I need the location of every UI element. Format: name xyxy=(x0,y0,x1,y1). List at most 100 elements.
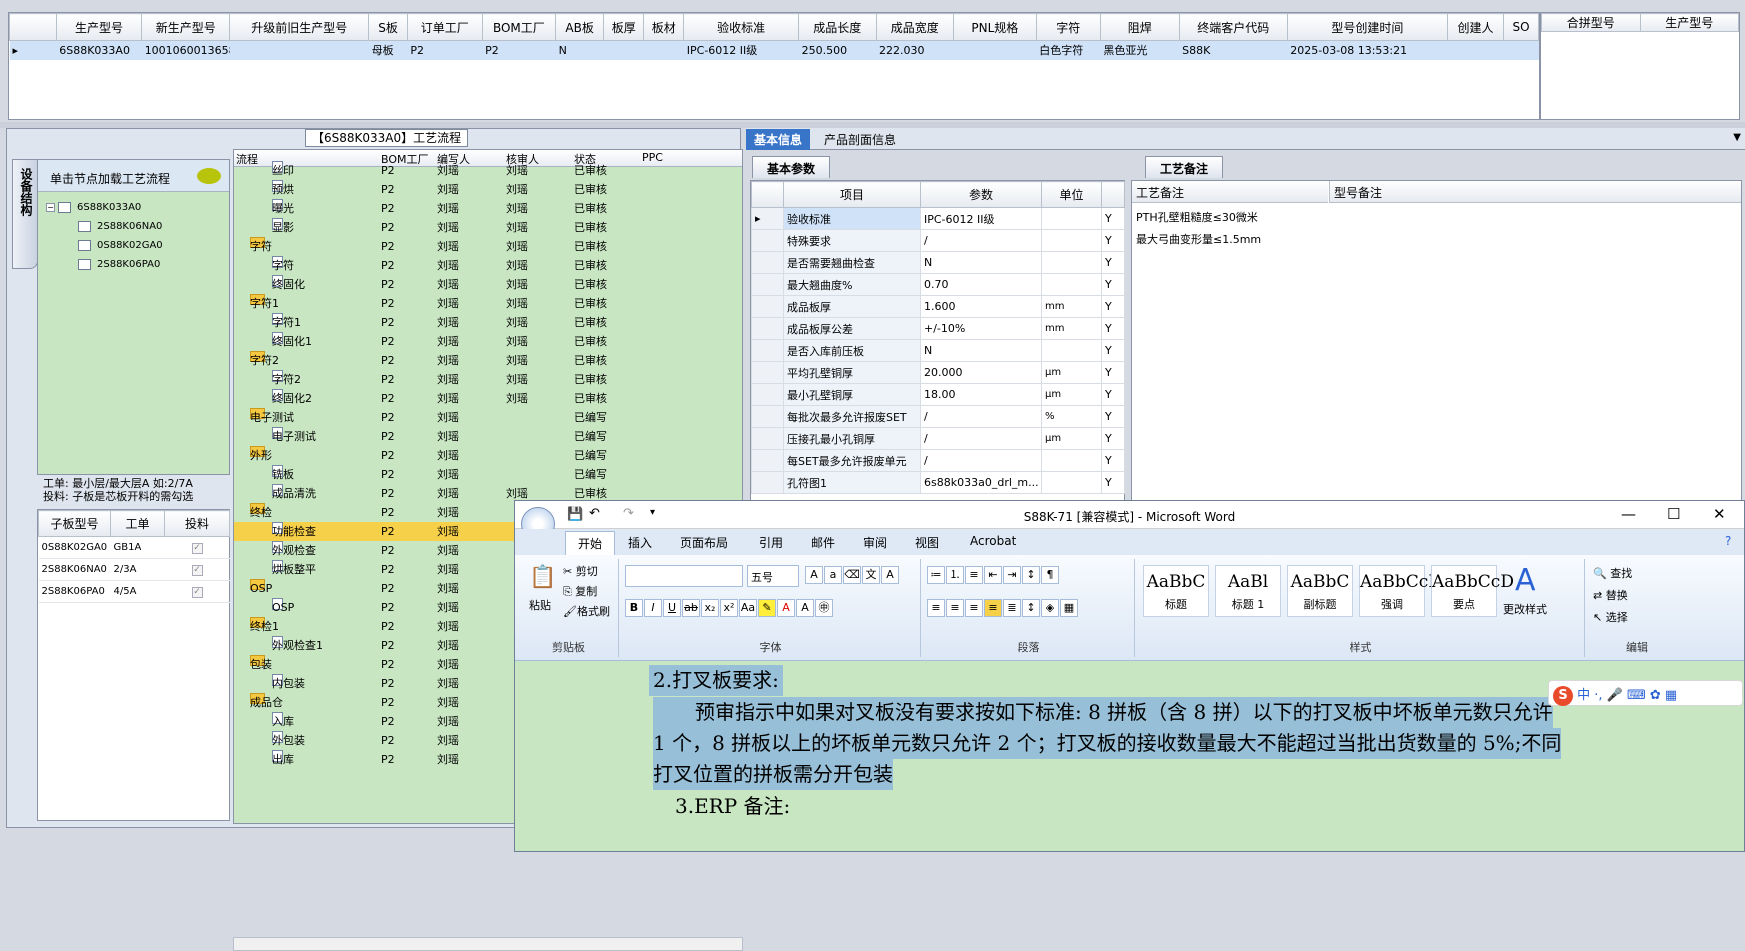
params-grid[interactable]: 项目 参数 单位 ▸ 验收标准 IPC-6012 II级 Y 特殊要求 / Y 是否需要翘曲检… xyxy=(750,180,1125,510)
model-col-header[interactable]: 生产型号 xyxy=(55,13,143,41)
font-size-select[interactable]: 五号 xyxy=(747,565,799,587)
justify-icon[interactable]: ≡ xyxy=(984,599,1002,617)
params-row[interactable]: 特殊要求 / Y xyxy=(751,229,1125,252)
sub-board-grid[interactable]: 子板型号 工单 投料 0S88K02GA0 GB1A ✓ 2S88K06NA0 2/3A… xyxy=(37,509,230,821)
model-col-header[interactable]: 新生产型号 xyxy=(141,13,231,41)
font-color-icon[interactable]: A xyxy=(777,599,795,617)
align-left-icon[interactable]: ≡ xyxy=(927,599,945,617)
sort-icon[interactable]: ↕ xyxy=(1022,566,1040,584)
merge-grid[interactable]: 合拼型号 生产型号 xyxy=(1540,12,1740,120)
params-row[interactable]: 是否需要翘曲检查 N Y xyxy=(751,251,1125,274)
bold-icon[interactable]: B xyxy=(625,599,643,617)
sub-row[interactable]: 0S88K02GA0 GB1A ✓ xyxy=(38,536,230,559)
change-styles-button[interactable]: 更改样式 xyxy=(1503,601,1547,617)
model-cell[interactable]: 母板 xyxy=(368,40,408,60)
model-grid[interactable]: 生产型号 新生产型号 升级前旧生产型号 S板 订单工厂 BOM工厂 AB板 板厚 板材 验收标准成… xyxy=(8,12,1540,120)
format-painter-button[interactable]: 🖌格式刷 xyxy=(563,603,610,619)
numbering-icon[interactable]: ⒈ xyxy=(946,566,964,584)
italic-icon[interactable]: I xyxy=(644,599,662,617)
replace-button[interactable]: ⇄ 替换 xyxy=(1593,587,1628,603)
select-button[interactable]: ↖ 选择 xyxy=(1593,609,1628,625)
model-cell[interactable]: 10010600136588 xyxy=(141,40,230,60)
distribute-icon[interactable]: ≣ xyxy=(1003,599,1021,617)
flow-row[interactable]: 预烘 P2 刘瑶 刘瑶 已审核 xyxy=(234,180,742,199)
param-value[interactable]: +/-10% xyxy=(920,317,1042,340)
tab-basic-info[interactable]: 基本信息 xyxy=(746,129,811,150)
flow-row[interactable]: 曝光 P2 刘瑶 刘瑶 已审核 xyxy=(234,199,742,218)
param-value[interactable]: / xyxy=(920,427,1042,450)
model-tree[interactable]: 单击节点加载工艺流程 −6S88K033A0 2S88K06NA0 0S88K0… xyxy=(37,159,230,475)
word-window[interactable]: S88K-71 [兼容模式] - Microsoft Word 💾 ↶ ↷ ▾ … xyxy=(514,500,1745,852)
tree-child-node[interactable]: 2S88K06PA0 xyxy=(78,257,160,273)
param-value[interactable]: / xyxy=(920,405,1042,428)
params-row[interactable]: 最大翘曲度% 0.70 Y xyxy=(751,273,1125,296)
model-cell[interactable]: IPC-6012 II级 xyxy=(683,40,799,60)
model-cell[interactable]: N xyxy=(555,40,604,60)
char-border-icon[interactable]: A xyxy=(881,566,899,584)
checkbox-icon[interactable]: ✓ xyxy=(191,586,203,598)
ime-toolbar[interactable]: S 中 ·, 🎤 ⌨ ✿ ▦ xyxy=(1548,680,1743,706)
model-col-header[interactable]: 成品长度 xyxy=(798,13,877,41)
model-cell[interactable] xyxy=(953,40,1037,60)
model-col-header[interactable]: AB板 xyxy=(555,13,605,41)
model-cell[interactable]: 6S88K033A0 xyxy=(56,40,142,60)
param-value[interactable]: N xyxy=(920,339,1042,362)
model-col-header[interactable]: 型号创建时间 xyxy=(1286,13,1449,41)
cut-button[interactable]: ✂ 剪切 xyxy=(563,563,598,579)
style-item[interactable]: AaBbCcD 要点 xyxy=(1431,565,1514,617)
param-value[interactable]: / xyxy=(920,229,1042,252)
save-icon[interactable]: 💾 xyxy=(567,507,583,522)
checkbox-icon[interactable]: ✓ xyxy=(191,542,203,554)
checkbox-icon[interactable] xyxy=(78,220,91,232)
params-row[interactable]: ▸ 验收标准 IPC-6012 II级 Y xyxy=(751,207,1125,230)
model-cell[interactable] xyxy=(1503,40,1539,60)
style-item[interactable]: AaBbC 标题 xyxy=(1143,565,1209,617)
qat-dropdown-icon[interactable]: ▾ xyxy=(650,507,655,518)
model-cell[interactable]: S88K xyxy=(1179,40,1288,60)
tree-child-node[interactable]: 2S88K06NA0 xyxy=(78,219,162,235)
tab-insert[interactable]: 插入 xyxy=(628,534,652,551)
sub-check-cell[interactable]: ✓ xyxy=(164,536,230,559)
tab-mailings[interactable]: 邮件 xyxy=(811,534,835,551)
superscript-icon[interactable]: x² xyxy=(720,599,738,617)
tab-profile-info[interactable]: 产品剖面信息 xyxy=(816,129,904,150)
flow-row[interactable]: 终固化1 P2 刘瑶 刘瑶 已审核 xyxy=(234,332,742,351)
model-col-header[interactable]: 阻焊 xyxy=(1099,13,1180,41)
device-structure-tab[interactable]: 设备结构 xyxy=(12,159,38,269)
model-cell[interactable] xyxy=(643,40,684,60)
model-col-header[interactable]: 终端客户代码 xyxy=(1178,13,1288,41)
model-col-header[interactable]: 验收标准 xyxy=(683,13,800,41)
clear-format-icon[interactable]: ⌫ xyxy=(843,566,861,584)
highlight-icon[interactable]: ✎ xyxy=(758,599,776,617)
tab-review[interactable]: 审阅 xyxy=(863,534,887,551)
paste-button[interactable]: 粘贴 xyxy=(529,597,551,613)
model-col-header[interactable]: 成品宽度 xyxy=(875,13,954,41)
bullets-icon[interactable]: ≔ xyxy=(927,566,945,584)
params-row[interactable]: 压接孔最小孔铜厚 / μm Y xyxy=(751,427,1125,450)
model-col-header[interactable]: 字符 xyxy=(1035,13,1101,41)
model-col-header[interactable]: 创建人 xyxy=(1447,13,1505,41)
help-icon[interactable]: ? xyxy=(1725,534,1731,548)
change-case-icon[interactable]: Aa xyxy=(739,599,757,617)
grow-font-icon[interactable]: A xyxy=(805,566,823,584)
change-styles-icon[interactable]: A xyxy=(1515,563,1536,598)
multilevel-icon[interactable]: ≡ xyxy=(965,566,983,584)
tree-root-node[interactable]: − 6S88K033A0 xyxy=(46,200,141,216)
tab-home[interactable]: 开始 xyxy=(565,531,616,555)
close-icon[interactable]: ✕ xyxy=(1713,505,1726,523)
phonetic-icon[interactable]: 文 xyxy=(862,566,880,584)
param-value[interactable]: 1.600 xyxy=(920,295,1042,318)
undo-icon[interactable]: ↶ xyxy=(589,506,600,521)
underline-icon[interactable]: U xyxy=(663,599,681,617)
flow-row[interactable]: −字符2P2刘瑶刘瑶已审核 xyxy=(234,351,742,370)
flow-row[interactable]: −字符1P2刘瑶刘瑶已审核 xyxy=(234,294,742,313)
flow-row[interactable]: −外形P2刘瑶已编写 xyxy=(234,446,742,465)
copy-button[interactable]: ⎘ 复制 xyxy=(563,583,597,599)
show-marks-icon[interactable]: ¶ xyxy=(1041,566,1059,584)
param-value[interactable]: 20.000 xyxy=(920,361,1042,384)
flow-row[interactable]: 字符 P2 刘瑶 刘瑶 已审核 xyxy=(234,256,742,275)
find-button[interactable]: 🔍 查找 xyxy=(1593,565,1632,581)
model-col-header[interactable]: PNL规格 xyxy=(952,13,1037,41)
flow-row[interactable]: 终固化2 P2 刘瑶 刘瑶 已审核 xyxy=(234,389,742,408)
flow-row[interactable]: 终固化 P2 刘瑶 刘瑶 已审核 xyxy=(234,275,742,294)
